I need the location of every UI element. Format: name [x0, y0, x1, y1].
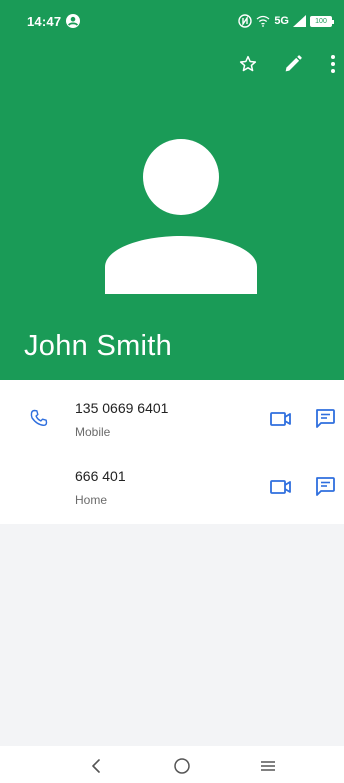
video-call-button[interactable] [269, 476, 293, 498]
phone-type-label: Mobile [75, 425, 111, 439]
phone-number: 135 0669 6401 [75, 400, 169, 416]
nav-recents-button[interactable] [256, 754, 280, 778]
chevron-left-icon [92, 759, 100, 773]
message-icon [316, 409, 335, 428]
status-time: 14:47 [27, 14, 62, 29]
signal-icon [293, 15, 306, 27]
edit-button[interactable] [281, 52, 305, 76]
star-outline-icon [239, 55, 257, 72]
phone-number: 666 401 [75, 468, 126, 484]
contact-name: John Smith [24, 330, 173, 362]
contact-avatar [100, 138, 262, 294]
contact-header: 14:47 5G 100 John Smith [0, 0, 344, 380]
videocam-icon [270, 480, 291, 494]
pencil-icon [285, 55, 302, 72]
nav-home-button[interactable] [170, 754, 194, 778]
message-button[interactable] [314, 407, 336, 429]
more-options-button[interactable] [322, 52, 344, 76]
nfc-icon [238, 14, 253, 28]
nav-back-button[interactable] [84, 754, 108, 778]
message-icon [316, 477, 335, 496]
phone-type-label: Home [75, 493, 108, 507]
empty-content-area [0, 524, 344, 746]
menu-lines-icon [261, 761, 275, 771]
network-type-label: 5G [274, 15, 289, 27]
phone-list: 135 0669 6401 Mobile 666 401 Home [0, 380, 344, 524]
phone-row-mobile[interactable]: 135 0669 6401 Mobile [0, 394, 344, 458]
phone-call-icon[interactable] [29, 408, 49, 428]
circle-home-icon [174, 758, 190, 774]
phone-row-home[interactable]: 666 401 Home [0, 462, 344, 526]
status-bar: 14:47 5G 100 [0, 0, 344, 40]
favorite-button[interactable] [236, 52, 260, 76]
message-button[interactable] [314, 475, 336, 497]
system-navigation-bar [0, 746, 344, 783]
wifi-icon [256, 15, 270, 27]
account-icon [66, 14, 80, 28]
more-vert-icon [331, 55, 335, 73]
battery-icon: 100 [310, 15, 334, 27]
status-indicators: 5G 100 [238, 13, 334, 29]
videocam-icon [270, 412, 291, 426]
video-call-button[interactable] [269, 408, 293, 430]
person-silhouette-icon [105, 139, 257, 294]
